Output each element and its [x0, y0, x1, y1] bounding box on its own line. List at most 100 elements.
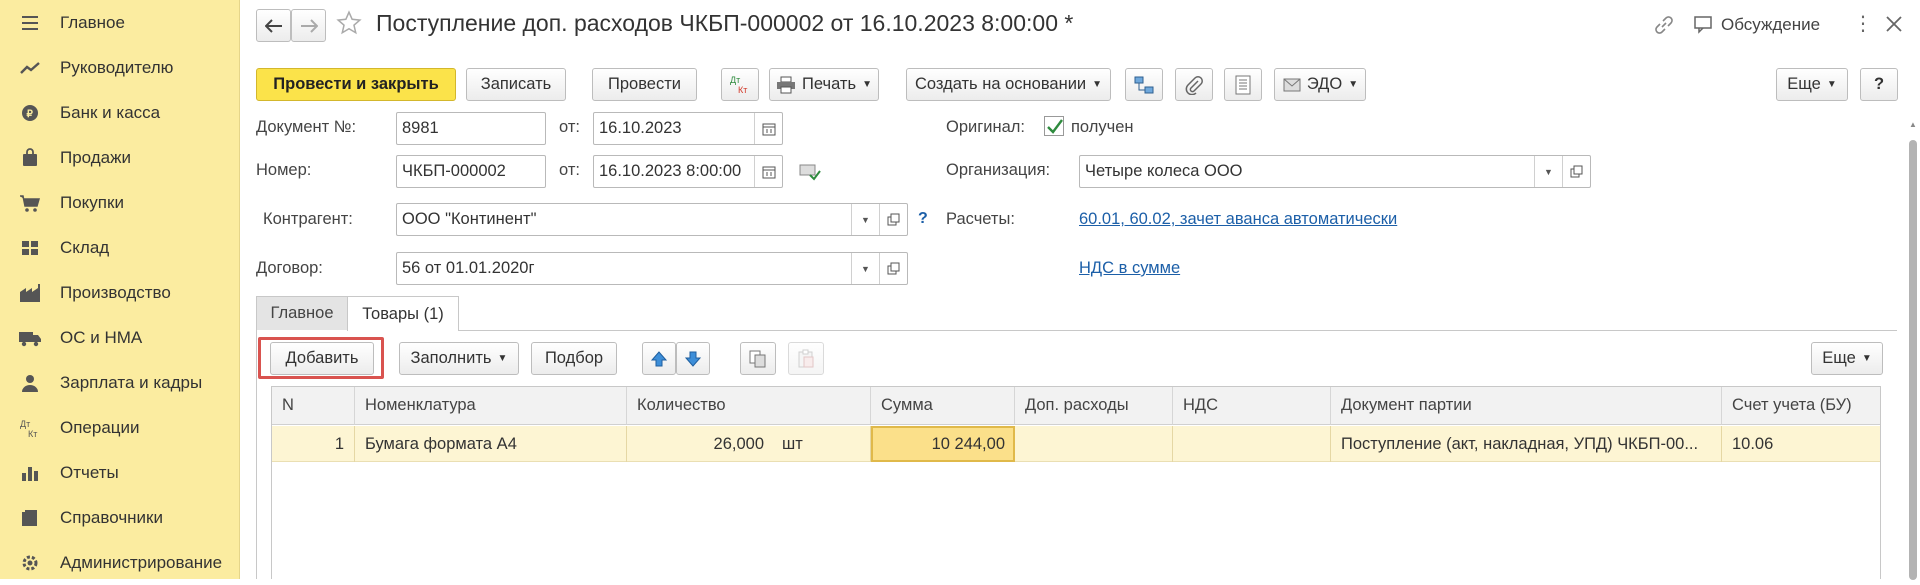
- favorite-star-icon[interactable]: [336, 10, 362, 36]
- sidebar-item-4[interactable]: Продажи: [0, 135, 240, 180]
- more-vert-icon[interactable]: ⋮: [1853, 13, 1873, 37]
- back-button[interactable]: [256, 9, 291, 42]
- svg-text:₽: ₽: [27, 109, 34, 120]
- column-header-batch[interactable]: Документ партии: [1331, 387, 1722, 425]
- pick-button[interactable]: Подбор: [531, 342, 617, 375]
- sidebar-item-13[interactable]: Администрирование: [0, 540, 240, 585]
- calendar-icon[interactable]: [754, 113, 782, 144]
- sidebar-item-12[interactable]: Справочники: [0, 495, 240, 540]
- scrollbar-thumb[interactable]: [1909, 140, 1917, 580]
- arrow-right-icon: [300, 18, 318, 33]
- link-icon[interactable]: [1653, 14, 1675, 36]
- chevron-down-icon[interactable]: ▼: [851, 253, 879, 284]
- original-value: получен: [1071, 118, 1134, 136]
- column-header-item[interactable]: Номенклатура: [355, 387, 627, 425]
- paste-row-button[interactable]: [788, 342, 824, 375]
- table-more-button[interactable]: Еще ▼: [1811, 342, 1883, 375]
- move-up-button[interactable]: [642, 342, 676, 375]
- menu-icon: [18, 11, 42, 35]
- sidebar-item-11[interactable]: Отчеты: [0, 450, 240, 495]
- attach-button[interactable]: [1175, 68, 1213, 101]
- status-message-icon[interactable]: [799, 163, 821, 181]
- printer-icon: [777, 76, 796, 93]
- document-list-icon: [1235, 75, 1251, 94]
- calendar-icon[interactable]: [754, 156, 782, 187]
- doc-date-label: от:: [559, 118, 580, 136]
- print-button[interactable]: Печать ▼: [769, 68, 879, 101]
- sidebar-item-7[interactable]: Производство: [0, 270, 240, 315]
- column-header-account[interactable]: Счет учета (БУ): [1722, 387, 1880, 425]
- number-date-field[interactable]: 16.10.2023 8:00:00: [593, 155, 783, 188]
- create-based-on-button[interactable]: Создать на основании ▼: [906, 68, 1111, 101]
- add-button[interactable]: Добавить: [270, 342, 374, 375]
- organization-field[interactable]: Четыре колеса ООО ▼: [1079, 155, 1591, 188]
- edo-icon: [1283, 78, 1301, 91]
- cell-batch: Поступление (акт, накладная, УПД) ЧКБП-0…: [1331, 426, 1722, 462]
- post-button[interactable]: Провести: [592, 68, 697, 101]
- table-row[interactable]: 1 Бумага формата А4 26,000 шт 10 244,00 …: [272, 426, 1880, 462]
- sidebar-item-10[interactable]: Дт Кт Операции: [0, 405, 240, 450]
- column-header-sum[interactable]: Сумма: [871, 387, 1015, 425]
- discussion-button[interactable]: Обсуждение: [1693, 12, 1820, 38]
- counterparty-value: ООО "Континент": [402, 210, 537, 228]
- table-more-label: Еще: [1822, 349, 1856, 367]
- forward-button[interactable]: [291, 9, 326, 42]
- doc-no-label: Документ №:: [256, 118, 357, 136]
- help-button[interactable]: ?: [1860, 68, 1898, 101]
- doc-date-value: 16.10.2023: [599, 119, 682, 137]
- sidebar-item-3[interactable]: ₽ Банк и касса: [0, 90, 240, 135]
- number-field[interactable]: ЧКБП-000002: [396, 155, 546, 188]
- more-button[interactable]: Еще ▼: [1776, 68, 1848, 101]
- sidebar-item-2[interactable]: Руководителю: [0, 45, 240, 90]
- vat-link[interactable]: НДС в сумме: [1079, 259, 1180, 278]
- post-and-close-button[interactable]: Провести и закрыть: [256, 68, 456, 101]
- structure-icon: [1134, 76, 1154, 93]
- column-header-n[interactable]: N: [272, 387, 355, 425]
- sidebar-item-label: Операции: [60, 417, 140, 437]
- settlements-link[interactable]: 60.01, 60.02, зачет аванса автоматически: [1079, 210, 1397, 229]
- fill-button[interactable]: Заполнить ▼: [399, 342, 519, 375]
- doc-date-field[interactable]: 16.10.2023: [593, 112, 783, 145]
- tab-goods[interactable]: Товары (1): [347, 296, 459, 331]
- dt-kt-button[interactable]: Дт Кт: [721, 68, 759, 101]
- coin-icon: ₽: [18, 101, 42, 125]
- counterparty-field[interactable]: ООО "Континент" ▼: [396, 203, 908, 236]
- open-icon[interactable]: [879, 204, 907, 235]
- column-header-extra[interactable]: Доп. расходы: [1015, 387, 1173, 425]
- chevron-down-icon[interactable]: ▼: [851, 204, 879, 235]
- sidebar-item-label: Руководителю: [60, 57, 174, 77]
- scrollbar[interactable]: ▲: [1908, 120, 1918, 580]
- contract-field[interactable]: 56 от 01.01.2020г ▼: [396, 252, 908, 285]
- original-checkbox[interactable]: [1044, 116, 1064, 136]
- discussion-label: Обсуждение: [1721, 15, 1821, 34]
- copy-row-button[interactable]: [740, 342, 776, 375]
- cell-item: Бумага формата А4: [355, 426, 627, 462]
- cart-icon: [18, 191, 42, 215]
- column-header-vat[interactable]: НДС: [1173, 387, 1331, 425]
- sidebar-item-6[interactable]: Склад: [0, 225, 240, 270]
- sidebar-item-5[interactable]: Покупки: [0, 180, 240, 225]
- tab-main[interactable]: Главное: [256, 296, 348, 330]
- sidebar-item-1[interactable]: Главное: [0, 0, 240, 45]
- chevron-down-icon: ▼: [1348, 79, 1359, 90]
- structure-button[interactable]: [1125, 68, 1163, 101]
- column-header-qty[interactable]: Количество: [627, 387, 871, 425]
- report-button[interactable]: [1224, 68, 1262, 101]
- cell-sum[interactable]: 10 244,00: [871, 426, 1015, 462]
- close-icon[interactable]: [1882, 12, 1906, 36]
- move-down-button[interactable]: [676, 342, 710, 375]
- open-icon[interactable]: [1562, 156, 1590, 187]
- open-icon[interactable]: [879, 253, 907, 284]
- chevron-down-icon: ▼: [1826, 79, 1837, 90]
- tab-main-label: Главное: [270, 304, 334, 322]
- edo-button[interactable]: ЭДО ▼: [1274, 68, 1366, 101]
- chevron-down-icon[interactable]: ▼: [1534, 156, 1562, 187]
- sidebar-item-8[interactable]: ОС и НМА: [0, 315, 240, 360]
- scroll-up-arrow[interactable]: ▲: [1908, 120, 1918, 130]
- tab-goods-label: Товары (1): [362, 304, 444, 323]
- sidebar-item-9[interactable]: Зарплата и кадры: [0, 360, 240, 405]
- help-question-icon[interactable]: ?: [918, 210, 928, 228]
- doc-no-field[interactable]: 8981: [396, 112, 546, 145]
- save-button[interactable]: Записать: [466, 68, 566, 101]
- factory-icon: [18, 281, 42, 305]
